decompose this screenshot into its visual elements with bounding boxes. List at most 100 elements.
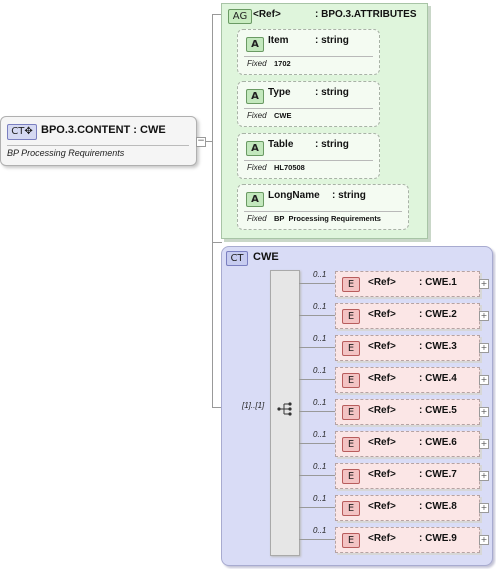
element-icon: E — [342, 309, 360, 324]
divider — [244, 211, 402, 212]
element-cardinality: 0..1 — [313, 302, 327, 311]
sequence-icon — [277, 402, 292, 416]
element-cardinality: 0..1 — [313, 430, 327, 439]
element-ref-label: <Ref> — [368, 405, 396, 416]
element-icon: E — [342, 501, 360, 516]
element-icon: E — [342, 533, 360, 548]
attribute-group-ref-label: <Ref> — [253, 9, 281, 20]
attribute-type: : string — [315, 87, 349, 98]
element-cwe-8[interactable]: E <Ref> : CWE.8 — [335, 495, 480, 521]
root-element-box[interactable]: CT✥ BPO.3.CONTENT : CWE BP Processing Re… — [0, 116, 197, 166]
element-connector-line — [299, 315, 335, 316]
complex-type-icon: CT — [226, 251, 248, 266]
element-cwe-6[interactable]: E <Ref> : CWE.6 — [335, 431, 480, 457]
fixed-label: Fixed — [247, 111, 267, 120]
root-element-title: BPO.3.CONTENT : CWE — [41, 124, 166, 136]
expand-plus-icon[interactable]: + — [479, 471, 489, 481]
element-ref-label: <Ref> — [368, 501, 396, 512]
element-cardinality: 0..1 — [313, 398, 327, 407]
element-connector-line — [299, 539, 335, 540]
fixed-label: Fixed — [247, 163, 267, 172]
complex-type-icon: CT✥ — [7, 124, 37, 140]
element-name: : CWE.4 — [419, 373, 457, 384]
complex-type-name: CWE — [253, 251, 279, 263]
attribute-item[interactable]: A Item : string Fixed 1702 — [237, 29, 380, 75]
element-ref-label: <Ref> — [368, 373, 396, 384]
attribute-name: Item — [268, 35, 289, 46]
element-connector-line — [299, 283, 335, 284]
attribute-name: Table — [268, 139, 294, 150]
element-ref-label: <Ref> — [368, 341, 396, 352]
attribute-longname[interactable]: A LongName : string Fixed BP Processing … — [237, 184, 409, 230]
expand-plus-icon[interactable]: + — [479, 535, 489, 545]
element-cwe-7[interactable]: E <Ref> : CWE.7 — [335, 463, 480, 489]
element-cwe-4[interactable]: E <Ref> : CWE.4 — [335, 367, 480, 393]
attribute-table[interactable]: A Table : string Fixed HL70508 — [237, 133, 380, 179]
root-documentation: BP Processing Requirements — [7, 148, 125, 158]
attribute-type: : string — [315, 139, 349, 150]
element-icon: E — [342, 373, 360, 388]
element-connector-line — [299, 379, 335, 380]
element-name: : CWE.9 — [419, 533, 457, 544]
element-cwe-3[interactable]: E <Ref>: CWE.3 — [335, 335, 480, 361]
element-connector-line — [299, 347, 335, 348]
element-icon: E — [342, 405, 360, 420]
element-name: : CWE.6 — [419, 437, 457, 448]
divider — [244, 160, 373, 161]
fixed-value: BP Processing Requirements — [274, 214, 381, 223]
element-icon: E — [342, 341, 360, 356]
attribute-type[interactable]: A Type : string Fixed CWE — [237, 81, 380, 127]
expand-plus-icon[interactable]: + — [479, 311, 489, 321]
element-connector-line — [299, 443, 335, 444]
element-cardinality: 0..1 — [313, 526, 327, 535]
attribute-name: Type — [268, 87, 291, 98]
element-name: : CWE.7 — [419, 469, 457, 480]
expand-plus-icon[interactable]: + — [479, 343, 489, 353]
attribute-name: LongName — [268, 190, 320, 201]
attribute-icon: A — [246, 37, 264, 52]
fixed-label: Fixed — [247, 59, 267, 68]
fixed-value: CWE — [274, 111, 292, 120]
element-name: : CWE.5 — [419, 405, 457, 416]
expand-plus-icon[interactable]: + — [479, 375, 489, 385]
element-icon: E — [342, 437, 360, 452]
element-cwe-5[interactable]: E <Ref> : CWE.5 — [335, 399, 480, 425]
sequence-compositor[interactable] — [270, 270, 300, 556]
element-cardinality: 0..1 — [313, 366, 327, 375]
element-cardinality: 0..1 — [313, 334, 327, 343]
fixed-value: 1702 — [274, 59, 291, 68]
collapse-minus-icon[interactable]: − — [196, 137, 206, 147]
element-name: : CWE.2 — [419, 309, 457, 320]
element-cardinality: 0..1 — [313, 270, 327, 279]
element-icon: E — [342, 277, 360, 292]
element-name: : CWE.8 — [419, 501, 457, 512]
divider — [7, 145, 189, 146]
attribute-group-name: : BPO.3.ATTRIBUTES — [315, 9, 417, 20]
attribute-icon: A — [246, 192, 264, 207]
ct-connector-line — [212, 242, 222, 243]
expand-plus-icon[interactable]: + — [479, 503, 489, 513]
element-cwe-9[interactable]: E <Ref> : CWE.9 — [335, 527, 480, 553]
element-ref-label: <Ref> — [368, 437, 396, 448]
element-connector-line — [299, 507, 335, 508]
element-cardinality: 0..1 — [313, 494, 327, 503]
fixed-label: Fixed — [247, 214, 267, 223]
attribute-type: : string — [332, 190, 366, 201]
divider — [244, 108, 373, 109]
sequence-cardinality: [1]..[1] — [242, 401, 265, 410]
element-cardinality: 0..1 — [313, 462, 327, 471]
element-ref-label: <Ref> — [368, 277, 396, 288]
element-ref-label: <Ref> — [368, 469, 396, 480]
attribute-icon: A — [246, 141, 264, 156]
element-name: : CWE.1 — [419, 277, 457, 288]
expand-plus-icon[interactable]: + — [479, 279, 489, 289]
expand-plus-icon[interactable]: + — [479, 439, 489, 449]
element-cwe-2[interactable]: E <Ref> : CWE.2 — [335, 303, 480, 329]
element-ref-label: <Ref> — [368, 533, 396, 544]
attribute-icon: A — [246, 89, 264, 104]
element-ref-label: <Ref> — [368, 309, 396, 320]
element-icon: E — [342, 469, 360, 484]
attribute-group-box[interactable]: AG <Ref> : BPO.3.ATTRIBUTES A Item : str… — [221, 3, 428, 239]
expand-plus-icon[interactable]: + — [479, 407, 489, 417]
element-cwe-1[interactable]: E <Ref> : CWE.1 — [335, 271, 480, 297]
